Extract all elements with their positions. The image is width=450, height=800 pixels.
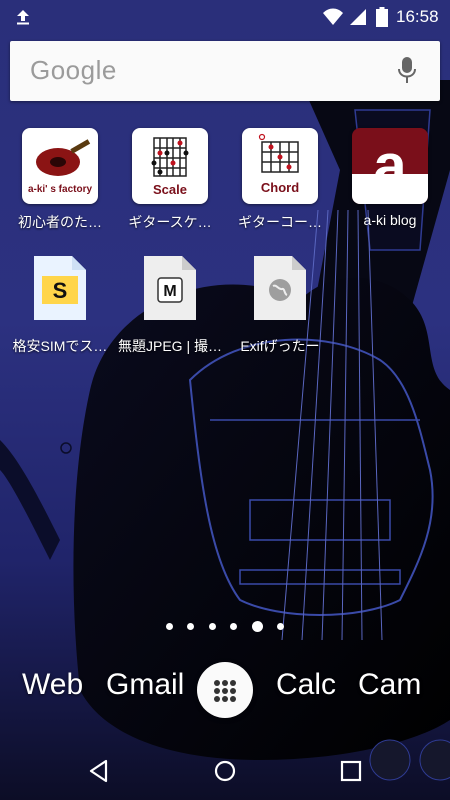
grid-dots-icon: [214, 680, 236, 702]
page-dot[interactable]: [187, 623, 195, 631]
recents-icon[interactable]: [338, 758, 364, 784]
document-icon: S: [34, 256, 86, 320]
back-icon[interactable]: [86, 758, 112, 784]
tile-caption: a-ki' s factory: [28, 184, 93, 195]
app-label: 格安SIMでス…: [12, 338, 108, 354]
app-label: Exifげったー: [240, 338, 320, 354]
navigation-bar: [0, 744, 450, 800]
battery-icon: [376, 7, 388, 27]
app-label: ギタースケ…: [128, 214, 212, 230]
scale-app-icon: Scale: [132, 128, 208, 204]
page-dot-active[interactable]: [251, 621, 263, 633]
tile-caption: a: [373, 132, 407, 199]
page-indicator: [0, 618, 450, 636]
page-dot[interactable]: [165, 623, 173, 631]
fretboard-icon: Scale: [151, 137, 189, 197]
google-logo: Google: [30, 55, 117, 85]
upload-icon: [17, 10, 29, 25]
app-cheap-sim[interactable]: S 格安SIMでス…: [5, 256, 115, 356]
page-dot[interactable]: [208, 623, 216, 631]
document-icon: M: [144, 256, 196, 320]
page-dot[interactable]: [277, 623, 285, 631]
google-search-bar[interactable]: Google: [10, 41, 440, 101]
app-label: a-ki blog: [363, 212, 417, 228]
app-label: 無題JPEG | 撮…: [118, 338, 222, 354]
app-guitar-scale[interactable]: Scale ギタースケ…: [115, 128, 225, 232]
chord-app-icon: Chord: [242, 128, 318, 204]
mic-icon[interactable]: [398, 57, 416, 85]
clock: 16:58: [396, 7, 439, 26]
status-bar: 16:58: [0, 0, 450, 34]
signal-icon: [350, 9, 366, 25]
wifi-icon: [323, 8, 343, 25]
dock: Web Gmail Calc Cam: [0, 662, 450, 718]
dock-cam[interactable]: Cam: [358, 668, 421, 702]
app-drawer-button[interactable]: [197, 662, 253, 718]
guitar-icon: a-ki' s factory: [28, 139, 93, 195]
tile-caption: M: [163, 283, 176, 300]
home-icon[interactable]: [212, 758, 238, 784]
chord-chart-icon: Chord: [258, 133, 299, 195]
app-beginner-guitar[interactable]: a-ki' s factory 初心者のた…: [5, 128, 115, 232]
app-label: ギターコー…: [238, 214, 322, 230]
tile-caption: Chord: [261, 180, 299, 195]
tile-caption: Scale: [153, 182, 187, 197]
app-guitar-chord[interactable]: Chord ギターコー…: [225, 128, 335, 232]
a-ki-blog-icon: a: [352, 128, 428, 204]
app-label: 初心者のた…: [18, 214, 102, 230]
app-a-ki-blog[interactable]: a a-ki blog: [335, 128, 445, 228]
document-icon: [254, 256, 306, 320]
tile-caption: S: [53, 278, 68, 303]
app-untitled-jpeg[interactable]: M 無題JPEG | 撮…: [115, 256, 225, 356]
dock-calc[interactable]: Calc: [276, 668, 336, 702]
page-dot[interactable]: [230, 623, 238, 631]
dock-web[interactable]: Web: [22, 668, 83, 702]
dock-gmail[interactable]: Gmail: [106, 668, 184, 702]
guitar-app-icon: a-ki' s factory: [22, 128, 98, 204]
app-exif-getter[interactable]: Exifげったー: [225, 256, 335, 356]
